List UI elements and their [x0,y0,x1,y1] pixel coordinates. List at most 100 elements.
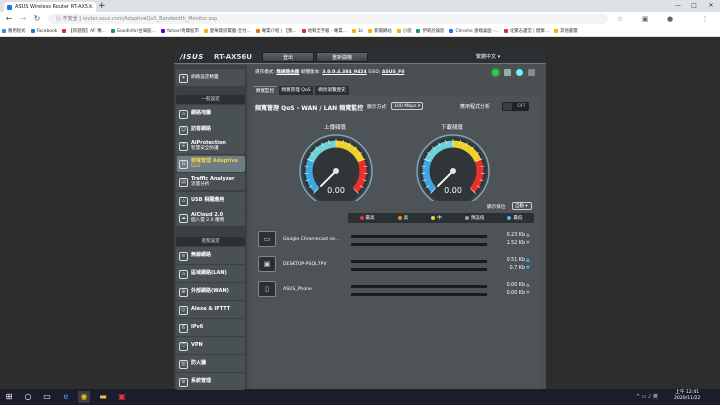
general-header: 一般設定 [176,95,245,104]
legend-item[interactable]: 最低 [507,215,522,221]
profile-icon[interactable]: ● [665,14,675,24]
upload-value: 0.00 [327,186,345,195]
app-status-icon[interactable] [528,69,535,76]
star-icon[interactable]: ☆ [615,14,625,24]
bookmark-item[interactable]: 專業介紹 | 【我... [254,26,300,36]
upload-rate: 0.23 Kb [506,233,525,238]
reboot-button[interactable]: 重新開機 [316,52,368,62]
bookmark-item[interactable]: 應用程式 [0,26,29,36]
sidebar-item-text: 系統管理 [191,379,211,385]
device-name[interactable]: DESKTOP-PSQL7PV [283,262,326,267]
tab-bandwidth-monitor[interactable]: 頻寬監控 [253,86,277,95]
menu-icon[interactable]: ⋮ [700,14,710,24]
bookmark-icon [503,28,508,33]
logout-button[interactable]: 登出 [262,52,314,62]
network-status-icon[interactable] [492,69,499,76]
bookmark-item[interactable]: 愛華資訊電腦-全付... [202,26,254,36]
sidebar-item-advanced-7[interactable]: ⚙ 系統管理 [177,374,245,390]
legend-item[interactable]: 高 [397,215,408,221]
sidebar-item-general-0[interactable]: ⌂ 網路地圖 [177,106,245,122]
back-icon[interactable]: ← [3,13,15,25]
usb-status-icon[interactable] [504,69,511,76]
bookmark-icon [203,28,208,33]
legend-item[interactable]: 中 [431,215,442,221]
extension-icon[interactable]: ▣ [640,14,650,24]
sidebar-item-advanced-0[interactable]: ≋ 無線網路 [177,248,245,264]
clock[interactable]: 上午 12:41 2020/11/22 [674,390,700,402]
reload-icon[interactable]: ↻ [31,13,43,25]
bookmark-icon [62,28,67,33]
browser-tab-strip [0,0,720,12]
tab-qos[interactable]: 頻寬管理 QoS [279,86,313,95]
bookmark-item[interactable]: 【新遊戲】AF 傳... [60,26,108,36]
bookmark-item[interactable]: 新聞網站 [366,26,395,36]
display-label: 顯示方式 [367,105,387,110]
start-icon[interactable]: ⊞ [3,391,15,403]
device-name[interactable]: ASUS_Phone [283,287,312,292]
firmware-link[interactable]: 3.0.0.4.384_9424 [322,70,366,75]
legend-item[interactable]: 預設值 [464,215,484,221]
wand-icon: ✦ [179,73,188,83]
sidebar-item-general-2[interactable]: ⛨ AiProtection 智慧安全防護 [177,138,245,154]
bookmark-icon [2,28,6,33]
sidebar-item-advanced-6[interactable]: ▥ 防火牆 [177,356,245,372]
sidebar-item-general-3[interactable]: ⇅ 頻寬管理 Adaptive QoS [177,156,245,172]
sidebar-item-label: 區域網路(LAN) [191,270,227,277]
app-analysis-toggle[interactable]: OFF [502,102,529,111]
bookmark-icon [449,28,454,33]
app-icon[interactable]: ▣ [116,391,128,403]
bookmark-item[interactable]: Chrome 遠端桌面 -... [447,26,501,36]
bookmark-item[interactable]: Goodinfo!台灣股... [109,26,159,36]
bookmark-item[interactable]: Facebook [29,26,61,36]
ssid-link[interactable]: ASUS_F0 [382,70,405,75]
unit-select[interactable]: 100 Mbps ▾ [391,102,423,110]
bookmark-item[interactable]: 地和全字級 - 專業... [300,26,350,36]
status-line: 運作模式: 無線路由器 韌體版本: 3.0.0.4.384_9424 SSID:… [255,70,405,75]
sidebar-item-general-4[interactable]: ▤ Traffic Analyzer 流量分析 [177,174,245,190]
device-icon: ▯ [258,281,276,297]
legend-item[interactable]: 最高 [359,215,375,221]
sort-select[interactable]: 自動 ▾ [512,202,532,210]
bookmark-item[interactable]: 伊莉討論區 [414,26,447,36]
forward-icon[interactable]: → [17,13,29,25]
close-tab-icon[interactable]: ✕ [88,2,93,12]
wifi-status-icon[interactable] [516,69,523,76]
quick-setup-item[interactable]: ✦ 網路設定精靈 [177,70,245,86]
sidebar-item-advanced-1[interactable]: ⌂ 區域網路(LAN) [177,266,245,282]
bookmark-icon [110,28,115,33]
bookmark-icon [368,28,373,33]
bookmark-item[interactable]: 其他書籤 [552,26,581,36]
maximize-icon[interactable]: □ [686,0,702,12]
system-tray[interactable]: ^ ▭ ♪ 英 [636,393,658,400]
sidebar-item-label: 無線網路 [191,252,212,259]
language-select[interactable]: 繁體中文 ▾ [476,53,500,60]
sidebar-item-text: 區域網路(LAN) [191,271,227,277]
tab-web-history[interactable]: 網頁瀏覽歷史 [315,86,349,95]
bookmark-item[interactable]: 3c [350,26,366,36]
chrome-taskbar-icon[interactable]: ◉ [78,391,90,403]
mode-link[interactable]: 無線路由器 [276,70,299,75]
device-name[interactable]: Google Chromecast se... [283,237,339,242]
search-icon[interactable]: ○ [22,391,34,403]
bookmark-item[interactable]: 化繁志盡堂 | 健康... [502,26,552,36]
sidebar-item-advanced-5[interactable]: ⛉ VPN [177,338,245,354]
edge-icon[interactable]: e [60,391,72,403]
task-view-icon[interactable]: ▭ [41,391,53,403]
browser-tab[interactable]: ASUS Wireless Router RT-AX5… ✕ [4,2,96,12]
sidebar-item-advanced-4[interactable]: 6 IPv6 [177,320,245,336]
bookmark-item[interactable]: Yahoo!奇摩股市 [159,26,202,36]
sidebar-item-general-6[interactable]: ☁ AiCloud 2.0 個人雲 2.0 應用 [177,210,245,226]
address-bar[interactable]: ⓘ 不安全 | router.asus.com/AdaptiveQoS_Band… [48,14,608,24]
close-window-icon[interactable]: ✕ [703,0,719,12]
sidebar-item-text: USB 相關應用 [191,198,224,204]
sidebar-item-general-5[interactable]: ⌂ USB 相關應用 [177,193,245,209]
download-arrow-icon: ▼ [526,240,530,246]
new-tab-button[interactable]: + [98,1,106,11]
sidebar-item-advanced-2[interactable]: ⊕ 外部網路(WAN) [177,284,245,300]
bookmark-item[interactable]: 小說 [395,26,415,36]
sidebar-item-general-1[interactable]: ☺ 訪客網路 [177,122,245,138]
sidebar-item-label: 訪客網路 [191,126,212,133]
sidebar-item-advanced-3[interactable]: ◎ Alexa & IFTTT [177,302,245,318]
explorer-icon[interactable]: ▬ [97,391,109,403]
minimize-icon[interactable]: — [670,0,686,12]
